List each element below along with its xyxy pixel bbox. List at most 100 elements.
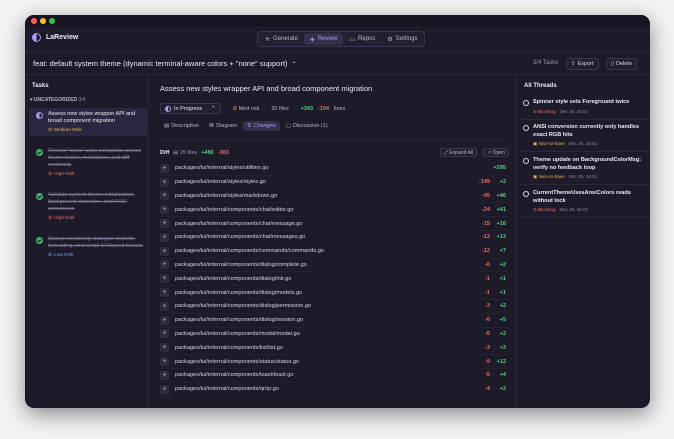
tab-changes[interactable]: ⇅ Changes: [243, 121, 280, 131]
expand-file-button[interactable]: +: [160, 288, 169, 298]
tab-description[interactable]: ▤ Description: [160, 121, 203, 131]
files-count: ▤ 20 files: [173, 150, 198, 156]
file-row[interactable]: + packages/tui/internal/components/modal/…: [160, 328, 508, 342]
tab-label: Changes: [253, 123, 276, 129]
file-path: packages/tui/internal/components/list/li…: [175, 344, 283, 351]
file-row[interactable]: + packages/tui/internal/styles/markdown.g…: [160, 190, 508, 204]
tab-diagram[interactable]: ⌘ Diagram: [205, 121, 241, 131]
thread-title: ANSI conversion currently only handles e…: [533, 124, 639, 138]
separator: ·: [225, 105, 228, 112]
task-group-header[interactable]: ▾ UNCATEGORIZED 3/4: [30, 97, 86, 103]
file-deletions: -9: [485, 358, 490, 365]
close-window-button[interactable]: [31, 18, 37, 24]
file-additions: +13: [496, 234, 507, 241]
open-button[interactable]: ↗ Open: [483, 148, 509, 157]
expand-file-button[interactable]: +: [160, 274, 169, 284]
changed-files-list: + packages/tui/internal/styles/utilities.…: [160, 162, 508, 397]
separator: ·: [264, 105, 267, 112]
file-row[interactable]: + packages/tui/internal/components/dialog…: [160, 286, 508, 300]
file-row[interactable]: + packages/tui/internal/styles/styles.go -…: [160, 176, 508, 190]
delete-label: Delete: [616, 61, 632, 67]
expand-file-button[interactable]: +: [160, 163, 169, 173]
file-additions: +16: [496, 220, 507, 227]
task-item[interactable]: Review "none" color semantics across the…: [29, 145, 147, 180]
file-additions: +2: [499, 386, 506, 393]
expand-file-button[interactable]: +: [160, 357, 169, 367]
risk-label: High Risk: [54, 216, 75, 221]
expand-file-button[interactable]: +: [160, 246, 169, 256]
file-deletions: -4: [485, 386, 490, 393]
expand-file-button[interactable]: +: [160, 301, 169, 311]
file-row[interactable]: + packages/tui/internal/components/list/l…: [160, 341, 508, 356]
nav-repos[interactable]: ▭ Repos: [343, 33, 381, 45]
expand-file-button[interactable]: +: [160, 370, 169, 380]
external-link-icon: ↗: [487, 149, 492, 156]
tab-discussion[interactable]: ▢ Discussion (1): [282, 121, 332, 131]
file-row[interactable]: + packages/tui/internal/components/chat/e…: [160, 203, 508, 218]
nav-generate[interactable]: ✳ Generate: [259, 33, 304, 45]
task-detail: Assess new styles wrapper API and broad …: [149, 75, 516, 408]
threads-heading: All Threads: [524, 83, 557, 89]
expand-file-button[interactable]: +: [160, 384, 169, 394]
file-additions: +5: [499, 317, 506, 324]
expand-file-button[interactable]: +: [160, 219, 169, 229]
risk-label: High Risk: [54, 172, 75, 177]
file-deletions: -1: [485, 289, 490, 296]
additions-count: +343: [300, 105, 314, 112]
file-deletions: -1: [485, 275, 490, 282]
risk-badge: ⊘ Medium Risk: [48, 128, 144, 133]
file-deletions: -6: [485, 317, 490, 324]
minimize-window-button[interactable]: [40, 18, 46, 24]
status-dropdown[interactable]: In Progress ⌃: [160, 103, 221, 114]
file-row[interactable]: + packages/tui/internal/components/dialog…: [160, 272, 508, 287]
expand-file-button[interactable]: +: [160, 232, 169, 242]
expand-file-button[interactable]: +: [160, 191, 169, 201]
expand-file-button[interactable]: +: [160, 343, 169, 353]
nav-settings[interactable]: ⚙ Settings: [381, 33, 423, 45]
thread-item[interactable]: CurrentThemeUsesAnsiColors reads without…: [517, 186, 650, 218]
tag-label: Blocking: [538, 108, 556, 114]
top-bar: LaReview ✳ Generate ◈ Review ▭ Repos ⚙ Setti…: [25, 26, 650, 53]
task-item[interactable]: Assess new styles wrapper API and broad …: [29, 108, 147, 136]
expand-file-button[interactable]: +: [160, 205, 169, 215]
file-row[interactable]: + packages/tui/internal/components/comman…: [160, 245, 508, 259]
delete-button[interactable]: ▯ Delete: [606, 58, 637, 70]
chevron-updown-icon: ⌃: [211, 105, 216, 112]
file-path: packages/tui/internal/components/dialog/…: [175, 275, 292, 282]
file-row[interactable]: + packages/tui/internal/components/chat/m…: [160, 217, 508, 231]
file-additions: +41: [496, 206, 507, 213]
file-row[interactable]: + packages/tui/internal/components/qr/qr.…: [160, 383, 508, 397]
file-row[interactable]: + packages/tui/internal/components/dialog…: [160, 314, 508, 328]
thread-title: Spinner style sets Foreground twice: [533, 99, 630, 105]
thread-item[interactable]: Theme update on BackgroundColorMsg: veri…: [517, 153, 650, 185]
task-item[interactable]: Sweep remaining changes: imports, format…: [29, 233, 147, 261]
file-row[interactable]: + packages/tui/internal/components/toast/…: [160, 369, 508, 383]
file-row[interactable]: + packages/tui/internal/components/dialog…: [160, 300, 508, 314]
expand-all-button[interactable]: ⤢ Expand All: [440, 148, 478, 157]
task-item[interactable]: Validate system theme initialization, ba…: [29, 189, 147, 224]
expand-file-button[interactable]: +: [160, 177, 169, 187]
file-row[interactable]: + packages/tui/internal/components/status…: [160, 355, 508, 369]
gear-icon: ⚙: [387, 36, 393, 43]
file-row[interactable]: + packages/tui/internal/styles/utilities.…: [160, 162, 508, 176]
lines-label: lines: [334, 105, 346, 112]
expand-file-button[interactable]: +: [160, 260, 169, 270]
file-deletions: -5: [485, 330, 490, 337]
file-row[interactable]: + packages/tui/internal/components/dialog…: [160, 259, 508, 273]
expand-file-button[interactable]: +: [160, 329, 169, 339]
export-button[interactable]: ⇪ Export: [566, 58, 599, 70]
maximize-window-button[interactable]: [49, 18, 55, 24]
diagram-icon: ⌘: [208, 123, 215, 129]
thread-item[interactable]: Spinner style sets Foreground twice ⊘ Bl…: [517, 95, 650, 120]
file-additions: +12: [496, 358, 507, 365]
thread-item[interactable]: ANSI conversion currently only handles e…: [517, 120, 650, 152]
expand-file-button[interactable]: +: [160, 315, 169, 325]
nav-review[interactable]: ◈ Review: [304, 33, 344, 45]
chevron-updown-icon: ⌃: [291, 62, 297, 68]
diff-files: 20 files: [179, 150, 198, 156]
nav-label: Review: [317, 36, 338, 42]
task-selector[interactable]: feat: default system theme (dynamic term…: [33, 59, 297, 68]
file-path: packages/tui/internal/components/dialog/…: [175, 261, 307, 268]
file-path: packages/tui/internal/components/toast/t…: [175, 372, 294, 379]
file-row[interactable]: + packages/tui/internal/components/chat/m…: [160, 231, 508, 245]
